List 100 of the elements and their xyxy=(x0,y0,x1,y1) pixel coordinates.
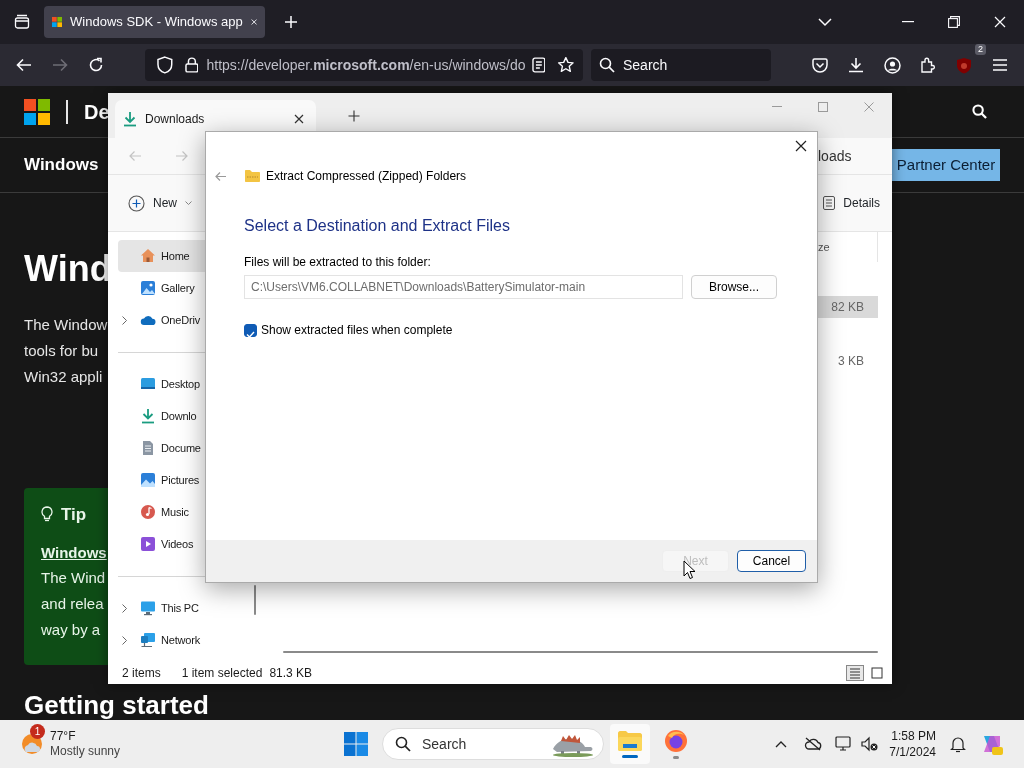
temperature-text[interactable]: 77°F xyxy=(50,729,121,744)
size-cell[interactable]: 3 KB xyxy=(818,350,878,372)
explorer-tab[interactable]: Downloads xyxy=(115,100,316,138)
restore-icon[interactable] xyxy=(948,16,960,28)
view-button[interactable] xyxy=(868,665,886,681)
chevron-right-icon[interactable] xyxy=(122,603,127,613)
dialog-heading: Select a Destination and Extract Files xyxy=(244,216,511,236)
chevron-right-icon[interactable] xyxy=(122,315,127,325)
speaker-muted-icon[interactable] xyxy=(861,736,880,752)
cloud-off-icon[interactable] xyxy=(804,737,823,751)
time-text: 1:58 PM xyxy=(891,728,936,744)
tab-title: Downloads xyxy=(145,111,205,128)
lightbulb-icon xyxy=(41,506,53,524)
tab-list-icon[interactable] xyxy=(14,14,30,30)
vertical-scrollbar[interactable] xyxy=(254,585,256,615)
add-icon xyxy=(128,194,145,212)
desktop-icon xyxy=(140,376,156,392)
video-icon xyxy=(140,536,156,552)
notification-badge: 1 xyxy=(30,724,45,739)
document-icon xyxy=(140,440,156,456)
close-icon[interactable] xyxy=(294,114,304,124)
horizontal-scrollbar[interactable] xyxy=(283,651,878,653)
shield-icon[interactable] xyxy=(157,56,173,74)
minimize-icon[interactable] xyxy=(902,21,914,23)
section-heading: Getting started xyxy=(24,689,209,720)
sidebar-item[interactable]: Desktop xyxy=(118,368,261,400)
site-title[interactable]: De xyxy=(84,96,110,127)
date-text: 7/1/2024 xyxy=(889,744,936,760)
sidebar-item[interactable]: OneDriv xyxy=(118,304,261,336)
size-cell[interactable]: 82 KB xyxy=(818,296,878,318)
checkbox[interactable] xyxy=(244,323,257,337)
microsoft-logo-icon xyxy=(52,14,63,30)
sidebar-item[interactable]: This PC xyxy=(118,592,261,624)
partner-center-button[interactable]: Partner Center xyxy=(892,148,1000,182)
tip-text: way by a xyxy=(41,619,101,640)
gallery-icon xyxy=(140,280,156,296)
breadcrumb-text[interactable]: loads xyxy=(818,145,892,167)
search-placeholder: Search xyxy=(623,55,668,75)
new-button[interactable]: New xyxy=(124,190,196,216)
sidebar-item[interactable]: Videos xyxy=(118,528,261,560)
lock-icon[interactable] xyxy=(184,57,199,73)
checkbox-label[interactable]: Show extracted files when complete xyxy=(261,321,453,339)
search-icon xyxy=(395,736,411,752)
path-field[interactable]: C:\Users\VM6.COLLABNET\Downloads\BatterySimulator-main xyxy=(244,275,683,299)
close-icon[interactable] xyxy=(250,17,257,27)
sidebar-item[interactable]: Music xyxy=(118,496,261,528)
menu-icon[interactable] xyxy=(992,59,1008,71)
download-icon xyxy=(140,408,156,424)
chevron-up-icon[interactable] xyxy=(775,740,788,748)
star-icon[interactable] xyxy=(557,56,575,74)
pocket-icon[interactable] xyxy=(812,57,828,73)
chevron-right-icon[interactable] xyxy=(122,635,127,645)
account-icon[interactable] xyxy=(883,56,901,74)
browse-button[interactable]: Browse... xyxy=(691,275,777,299)
download-icon[interactable] xyxy=(848,57,864,73)
bell-icon[interactable] xyxy=(950,735,966,753)
sidebar-item[interactable]: Network xyxy=(118,624,261,656)
search-icon xyxy=(599,57,615,73)
picture-icon xyxy=(140,472,156,488)
download-icon xyxy=(123,111,137,127)
browser-tab[interactable]: Windows SDK - Windows app xyxy=(44,6,265,38)
details-view-icon xyxy=(849,667,861,679)
reload-icon[interactable] xyxy=(88,57,104,73)
tip-text: The Wind xyxy=(41,567,106,588)
new-tab-icon[interactable] xyxy=(348,110,360,122)
shield-extension-icon[interactable] xyxy=(956,56,972,74)
music-icon xyxy=(140,504,156,520)
windows-link[interactable]: Windows xyxy=(41,541,107,564)
dialog-button[interactable]: Cancel xyxy=(737,550,806,572)
tab-title: Windows SDK - Windows app xyxy=(70,13,243,32)
reader-view-icon[interactable] xyxy=(531,57,546,73)
home-icon xyxy=(140,248,156,264)
section-title[interactable]: Windows xyxy=(24,152,99,178)
tip-text: and relea xyxy=(41,593,104,614)
selection-size: 81.3 KB xyxy=(269,665,313,682)
details-pane-icon xyxy=(823,196,836,210)
weather-text[interactable]: Mostly sunny xyxy=(50,744,121,759)
count-badge: 2 xyxy=(975,44,986,55)
page-heading: Wind xyxy=(24,247,112,291)
item-count: 2 items xyxy=(122,665,161,682)
search-field[interactable]: Search xyxy=(591,49,771,81)
taskbar-app[interactable] xyxy=(610,724,650,764)
view-button[interactable] xyxy=(846,665,864,681)
folder-icon xyxy=(617,730,643,752)
sidebar-item[interactable]: Downlo xyxy=(118,400,261,432)
intro-text: tools for bu xyxy=(24,341,99,361)
sidebar-item[interactable]: Pictures xyxy=(118,464,261,496)
network-icon[interactable] xyxy=(835,736,854,752)
start-icon[interactable] xyxy=(344,732,368,756)
taskbar-search-field[interactable]: Search xyxy=(382,728,604,760)
puzzle-icon[interactable] xyxy=(920,57,936,73)
sidebar-item[interactable]: Docume xyxy=(118,432,261,464)
search-placeholder: Search xyxy=(422,734,467,754)
search-icon[interactable] xyxy=(972,104,987,119)
microsoft-logo-icon[interactable] xyxy=(24,98,50,125)
selection-status: 1 item selected xyxy=(181,665,263,682)
details-button[interactable]: Details xyxy=(819,190,884,216)
intro-text: Win32 appli xyxy=(24,367,103,387)
close-icon[interactable] xyxy=(795,140,807,152)
chevron-down-icon[interactable] xyxy=(818,17,832,27)
